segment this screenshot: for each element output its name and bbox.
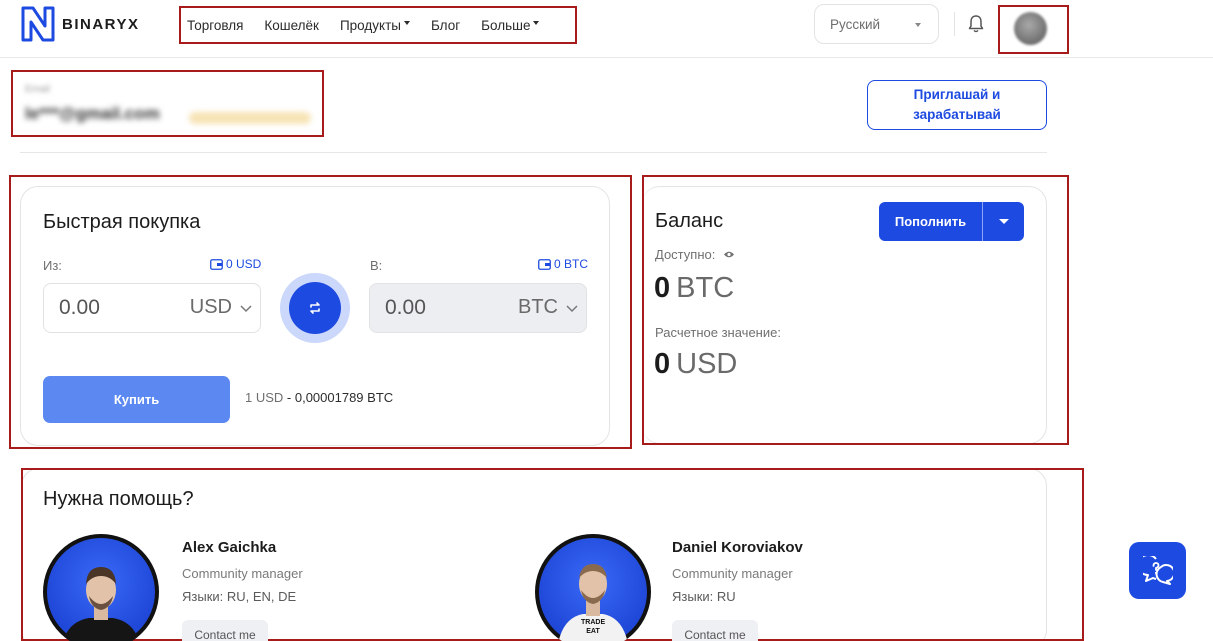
swap-icon	[310, 302, 320, 314]
available-row: Доступно:	[655, 247, 735, 262]
to-balance-value: 0 BTC	[554, 257, 589, 271]
wallet-icon	[538, 258, 551, 270]
email-label: Email	[25, 84, 51, 95]
nav-item-label: Продукты	[339, 17, 401, 33]
rate-left: 1 USD	[245, 390, 284, 405]
language-select[interactable]: Русский	[814, 4, 939, 44]
manager-name: Daniel Koroviakov	[672, 539, 803, 556]
to-amount-input: 0.00 BTC	[369, 283, 587, 333]
nav-item-wallet[interactable]: Кошелёк	[264, 18, 319, 33]
nav-item-trading[interactable]: Торговля	[187, 18, 243, 33]
available-label: Доступно:	[655, 247, 716, 262]
caret-down-icon	[915, 23, 921, 27]
verification-badge	[189, 112, 311, 124]
rate-right: 0,00001789 BTC	[294, 390, 394, 405]
chevron-down-icon[interactable]	[564, 300, 580, 316]
chevron-down-icon[interactable]	[238, 300, 254, 316]
manager-name: Alex Gaichka	[182, 539, 277, 556]
manager-role: Community manager	[182, 566, 303, 581]
estimated-label: Расчетное значение:	[655, 325, 781, 340]
estimated-currency: USD	[676, 348, 738, 380]
wallet-icon	[210, 258, 223, 270]
available-currency: BTC	[676, 272, 735, 304]
account-info: Email le***@gmail.com	[11, 70, 324, 137]
nav-item-label: Больше	[481, 17, 531, 33]
deposit-button[interactable]: Пополнить	[879, 202, 982, 241]
support-chat-button[interactable]	[1129, 542, 1186, 599]
exchange-rate: 1 USD - 0,00001789 BTC	[245, 390, 393, 405]
nav-item-label: Блог	[430, 17, 461, 33]
swap-button[interactable]	[289, 282, 341, 334]
language-select-value: Русский	[830, 16, 881, 32]
caret-down-icon	[533, 20, 540, 25]
caret-down-icon	[998, 219, 1009, 224]
nav-item-products[interactable]: Продукты	[340, 18, 410, 33]
invite-and-earn-button[interactable]: Приглашай и зарабатывай	[867, 80, 1047, 130]
chat-help-icon	[1142, 555, 1173, 585]
from-label: Из:	[43, 258, 62, 273]
buy-button[interactable]: Купить	[43, 376, 230, 423]
estimated-value: 0	[654, 348, 671, 380]
available-value: 0	[654, 272, 671, 304]
from-balance-value: 0 USD	[226, 257, 262, 271]
swap-button-ring	[280, 273, 350, 343]
user-menu[interactable]	[998, 5, 1069, 54]
from-balance: 0 USD	[210, 257, 261, 271]
contact-me-button[interactable]: Contact me	[182, 620, 268, 641]
deposit-dropdown-button[interactable]	[983, 202, 1024, 241]
deposit-button-group: Пополнить	[879, 202, 1024, 241]
estimated-amount: 0 USD	[654, 348, 737, 381]
nav-item-label: Кошелёк	[264, 17, 319, 33]
nav-item-more[interactable]: Больше	[481, 17, 540, 33]
to-label: В:	[370, 258, 383, 273]
logo[interactable]: BINARYX	[20, 5, 139, 43]
bell-icon[interactable]	[967, 14, 985, 39]
nav-item-label: Торговля	[187, 17, 244, 33]
logo-icon	[21, 6, 55, 42]
main-nav: Торговля Кошелёк Продукты Блог Больше	[179, 6, 577, 44]
manager-languages: Языки: RU	[672, 589, 736, 604]
divider	[20, 152, 1047, 153]
logo-text: BINARYX	[62, 15, 140, 33]
page: BINARYX Торговля Кошелёк Продукты Блог Б…	[0, 0, 1213, 641]
email-value: le***@gmail.com	[25, 104, 160, 123]
to-amount-value: 0.00	[385, 296, 426, 319]
contact-me-button[interactable]: Contact me	[672, 620, 758, 641]
balance-title: Баланс	[655, 210, 724, 232]
from-amount-value: 0.00	[59, 296, 100, 319]
shirt-print: TRADE EAT	[581, 619, 606, 635]
manager-role: Community manager	[672, 566, 793, 581]
to-balance: 0 BTC	[538, 257, 588, 271]
rate-separator: -	[283, 390, 295, 405]
person-portrait	[63, 567, 139, 641]
caret-down-icon	[403, 20, 410, 25]
nav-item-blog[interactable]: Блог	[431, 18, 460, 33]
manager-languages: Языки: RU, EN, DE	[182, 589, 297, 604]
available-amount: 0 BTC	[654, 272, 734, 305]
help-title: Нужна помощь?	[43, 488, 194, 510]
manager-photo	[43, 534, 159, 641]
quick-buy-title: Быстрая покупка	[43, 211, 201, 233]
top-header: BINARYX Торговля Кошелёк Продукты Блог Б…	[0, 0, 1213, 58]
eye-icon[interactable]	[723, 250, 735, 259]
header-divider	[954, 12, 955, 36]
from-amount-input[interactable]: 0.00 USD	[43, 283, 261, 333]
to-currency-select[interactable]: BTC	[518, 296, 558, 319]
from-currency-select[interactable]: USD	[190, 296, 232, 319]
manager-photo: TRADE EAT	[535, 534, 651, 641]
avatar	[1014, 12, 1047, 45]
